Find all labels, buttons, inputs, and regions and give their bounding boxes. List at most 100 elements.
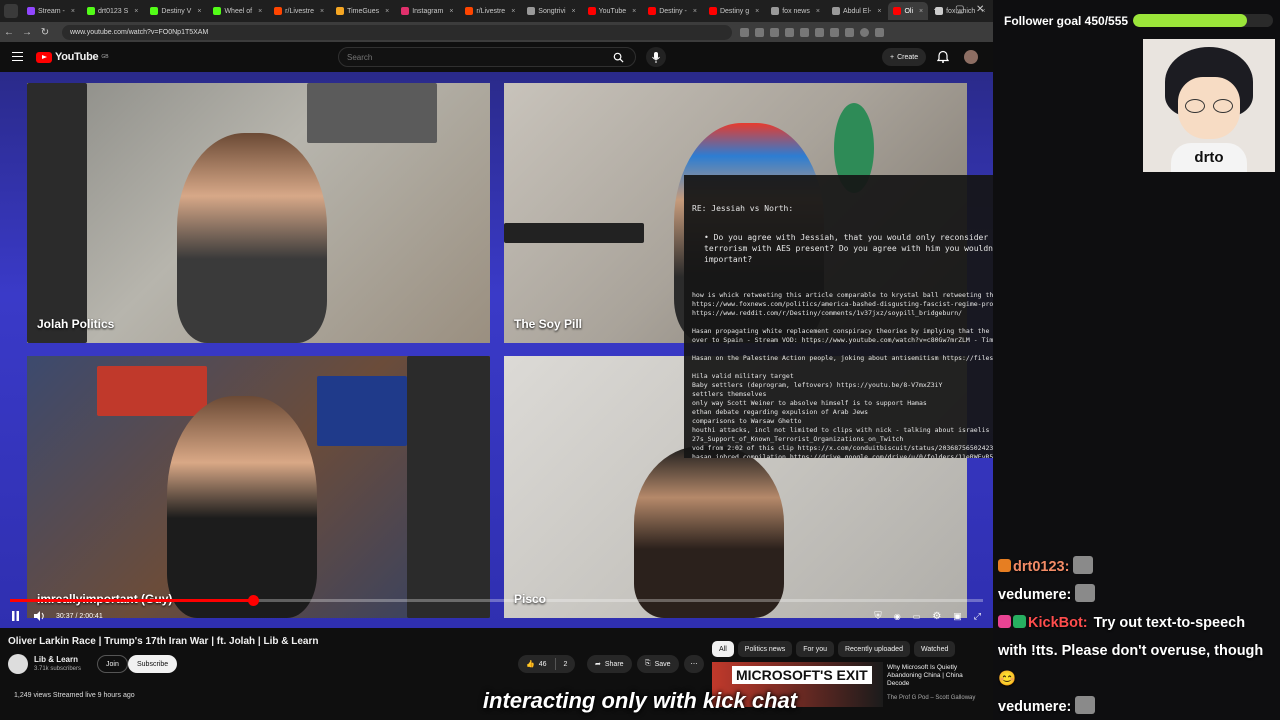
browser-tab[interactable]: r/Livestre × — [460, 2, 520, 20]
browser-tab[interactable]: Oli × — [888, 2, 929, 20]
voice-search-button[interactable] — [646, 47, 666, 67]
more-actions-button[interactable]: ⋯ — [684, 655, 704, 673]
tab-favicon-icon — [336, 7, 345, 15]
tab-close-icon[interactable]: × — [693, 8, 697, 15]
tab-close-icon[interactable]: × — [71, 8, 75, 15]
extension-icon[interactable] — [755, 27, 764, 37]
url-field[interactable]: www.youtube.com/watch?v=FO0Np1T5XAM — [62, 24, 732, 40]
browser-menu-icon[interactable] — [875, 27, 884, 37]
browser-tab[interactable]: Destiny g × — [704, 2, 764, 20]
youtube-logo[interactable]: YouTube GB — [36, 51, 109, 63]
subtitles-icon[interactable]: ▭ — [913, 612, 921, 621]
extension-icon[interactable] — [785, 27, 794, 37]
extension-icon[interactable] — [815, 27, 824, 37]
browser-tab[interactable]: Destiny V × — [145, 2, 206, 20]
search-box — [338, 47, 636, 67]
notifications-bell-icon[interactable] — [937, 50, 949, 63]
tab-label: r/Livestre — [285, 7, 314, 15]
pause-icon[interactable] — [11, 611, 20, 621]
extension-icon[interactable] — [845, 27, 854, 37]
chat-username: KickBot: — [1028, 615, 1088, 631]
extension-icon[interactable] — [830, 27, 839, 37]
channel-avatar[interactable] — [8, 654, 28, 674]
channel-name[interactable]: Lib & Learn — [34, 655, 78, 664]
tab-favicon-icon — [27, 7, 35, 15]
volume-icon[interactable] — [34, 611, 46, 621]
miniplayer-icon[interactable]: ▣ — [953, 611, 962, 622]
tab-close-icon[interactable]: × — [258, 8, 262, 15]
dislike-button[interactable]: 2 — [564, 661, 576, 668]
extension-icon[interactable] — [740, 27, 749, 37]
tab-close-icon[interactable]: × — [572, 8, 576, 15]
tab-close-icon[interactable]: × — [197, 8, 201, 15]
save-button[interactable]: ⎘ Save — [637, 655, 679, 673]
youtube-logo-text: YouTube — [55, 51, 99, 63]
tab-favicon-icon — [831, 7, 840, 15]
tab-close-icon[interactable]: × — [816, 8, 820, 15]
tab-close-icon[interactable]: × — [134, 8, 138, 15]
join-button[interactable]: Join — [97, 655, 128, 673]
menu-icon[interactable] — [12, 52, 23, 61]
filter-chip[interactable]: Watched — [913, 641, 956, 657]
close-window-icon[interactable]: ✕ — [976, 4, 984, 15]
tab-favicon-icon — [527, 7, 536, 15]
search-input[interactable] — [339, 52, 601, 62]
fullscreen-icon[interactable]: ⤢ — [974, 611, 981, 622]
chat-username: drt0123: — [1013, 559, 1070, 575]
video-title: Oliver Larkin Race | Trump's 17th Iran W… — [8, 636, 319, 647]
progress-bar[interactable] — [10, 595, 983, 606]
time-display: 30:37 / 2:00:41 — [56, 612, 103, 620]
tab-close-icon[interactable]: × — [919, 8, 923, 15]
tab-close-icon[interactable]: × — [877, 8, 881, 15]
create-label: Create — [897, 53, 919, 61]
tab-close-icon[interactable]: × — [632, 8, 636, 15]
browser-tab[interactable]: Destiny - × — [643, 2, 702, 20]
tab-close-icon[interactable]: × — [511, 8, 515, 15]
create-button[interactable]: + Create — [882, 48, 927, 66]
autoplay-toggle-icon[interactable]: ⛨ — [874, 611, 882, 622]
like-button[interactable]: 👍 46 — [526, 660, 547, 669]
browser-tab[interactable]: YouTube × — [583, 2, 642, 20]
minimize-icon[interactable]: – — [934, 4, 940, 15]
browser-tab[interactable]: Instagram × — [396, 2, 458, 20]
browser-tab[interactable]: Abdul El- × — [827, 2, 887, 20]
tab-label: Instagram — [412, 7, 444, 15]
filter-chip[interactable]: Politics news — [737, 641, 793, 657]
browser-tab[interactable]: TimeGues × — [331, 2, 394, 20]
plus-icon: + — [890, 53, 895, 61]
share-icon: ➦ — [595, 661, 601, 668]
browser-tab[interactable]: Wheel of × — [208, 2, 267, 20]
browser-tab[interactable]: Songtrivi × — [522, 2, 580, 20]
chat-badge-icon — [1013, 615, 1026, 628]
filter-chip[interactable]: For you — [796, 641, 834, 657]
like-dislike-group: 👍 46 2 — [518, 655, 576, 673]
browser-tab[interactable]: r/Livestre × — [269, 2, 329, 20]
filter-chip[interactable]: All — [712, 641, 734, 657]
recommended-video-title[interactable]: Why Microsoft Is Quietly Abandoning Chin… — [887, 664, 982, 688]
extension-icon[interactable] — [800, 27, 809, 37]
follower-goal-fill — [1133, 14, 1247, 27]
filter-chip[interactable]: Recently uploaded — [837, 641, 910, 657]
tab-close-icon[interactable]: × — [320, 8, 324, 15]
tab-label: TimeGues — [347, 7, 380, 15]
back-icon[interactable]: ← — [0, 27, 18, 38]
browser-tab[interactable]: fox news × — [766, 2, 825, 20]
maximize-icon[interactable]: ▢ — [955, 4, 964, 15]
extension-icon[interactable] — [770, 27, 779, 37]
tab-close-icon[interactable]: × — [385, 8, 389, 15]
subscribe-button[interactable]: Subscribe — [128, 655, 178, 673]
browser-tab[interactable]: drt0123 S × — [82, 2, 143, 20]
window-menu-icon[interactable] — [4, 4, 18, 18]
share-button[interactable]: ➦ Share — [587, 655, 632, 673]
captions-icon[interactable]: ◉ — [894, 612, 901, 621]
forward-icon[interactable]: → — [18, 27, 36, 38]
profile-icon[interactable] — [860, 27, 869, 37]
settings-gear-icon[interactable]: ⚙ — [932, 611, 941, 622]
tab-favicon-icon — [401, 7, 410, 15]
reload-icon[interactable]: ↻ — [36, 27, 54, 38]
tab-close-icon[interactable]: × — [449, 8, 453, 15]
browser-tab[interactable]: Stream - × — [22, 2, 80, 20]
search-button[interactable] — [601, 48, 635, 66]
account-avatar[interactable] — [964, 50, 978, 64]
tab-close-icon[interactable]: × — [755, 8, 759, 15]
